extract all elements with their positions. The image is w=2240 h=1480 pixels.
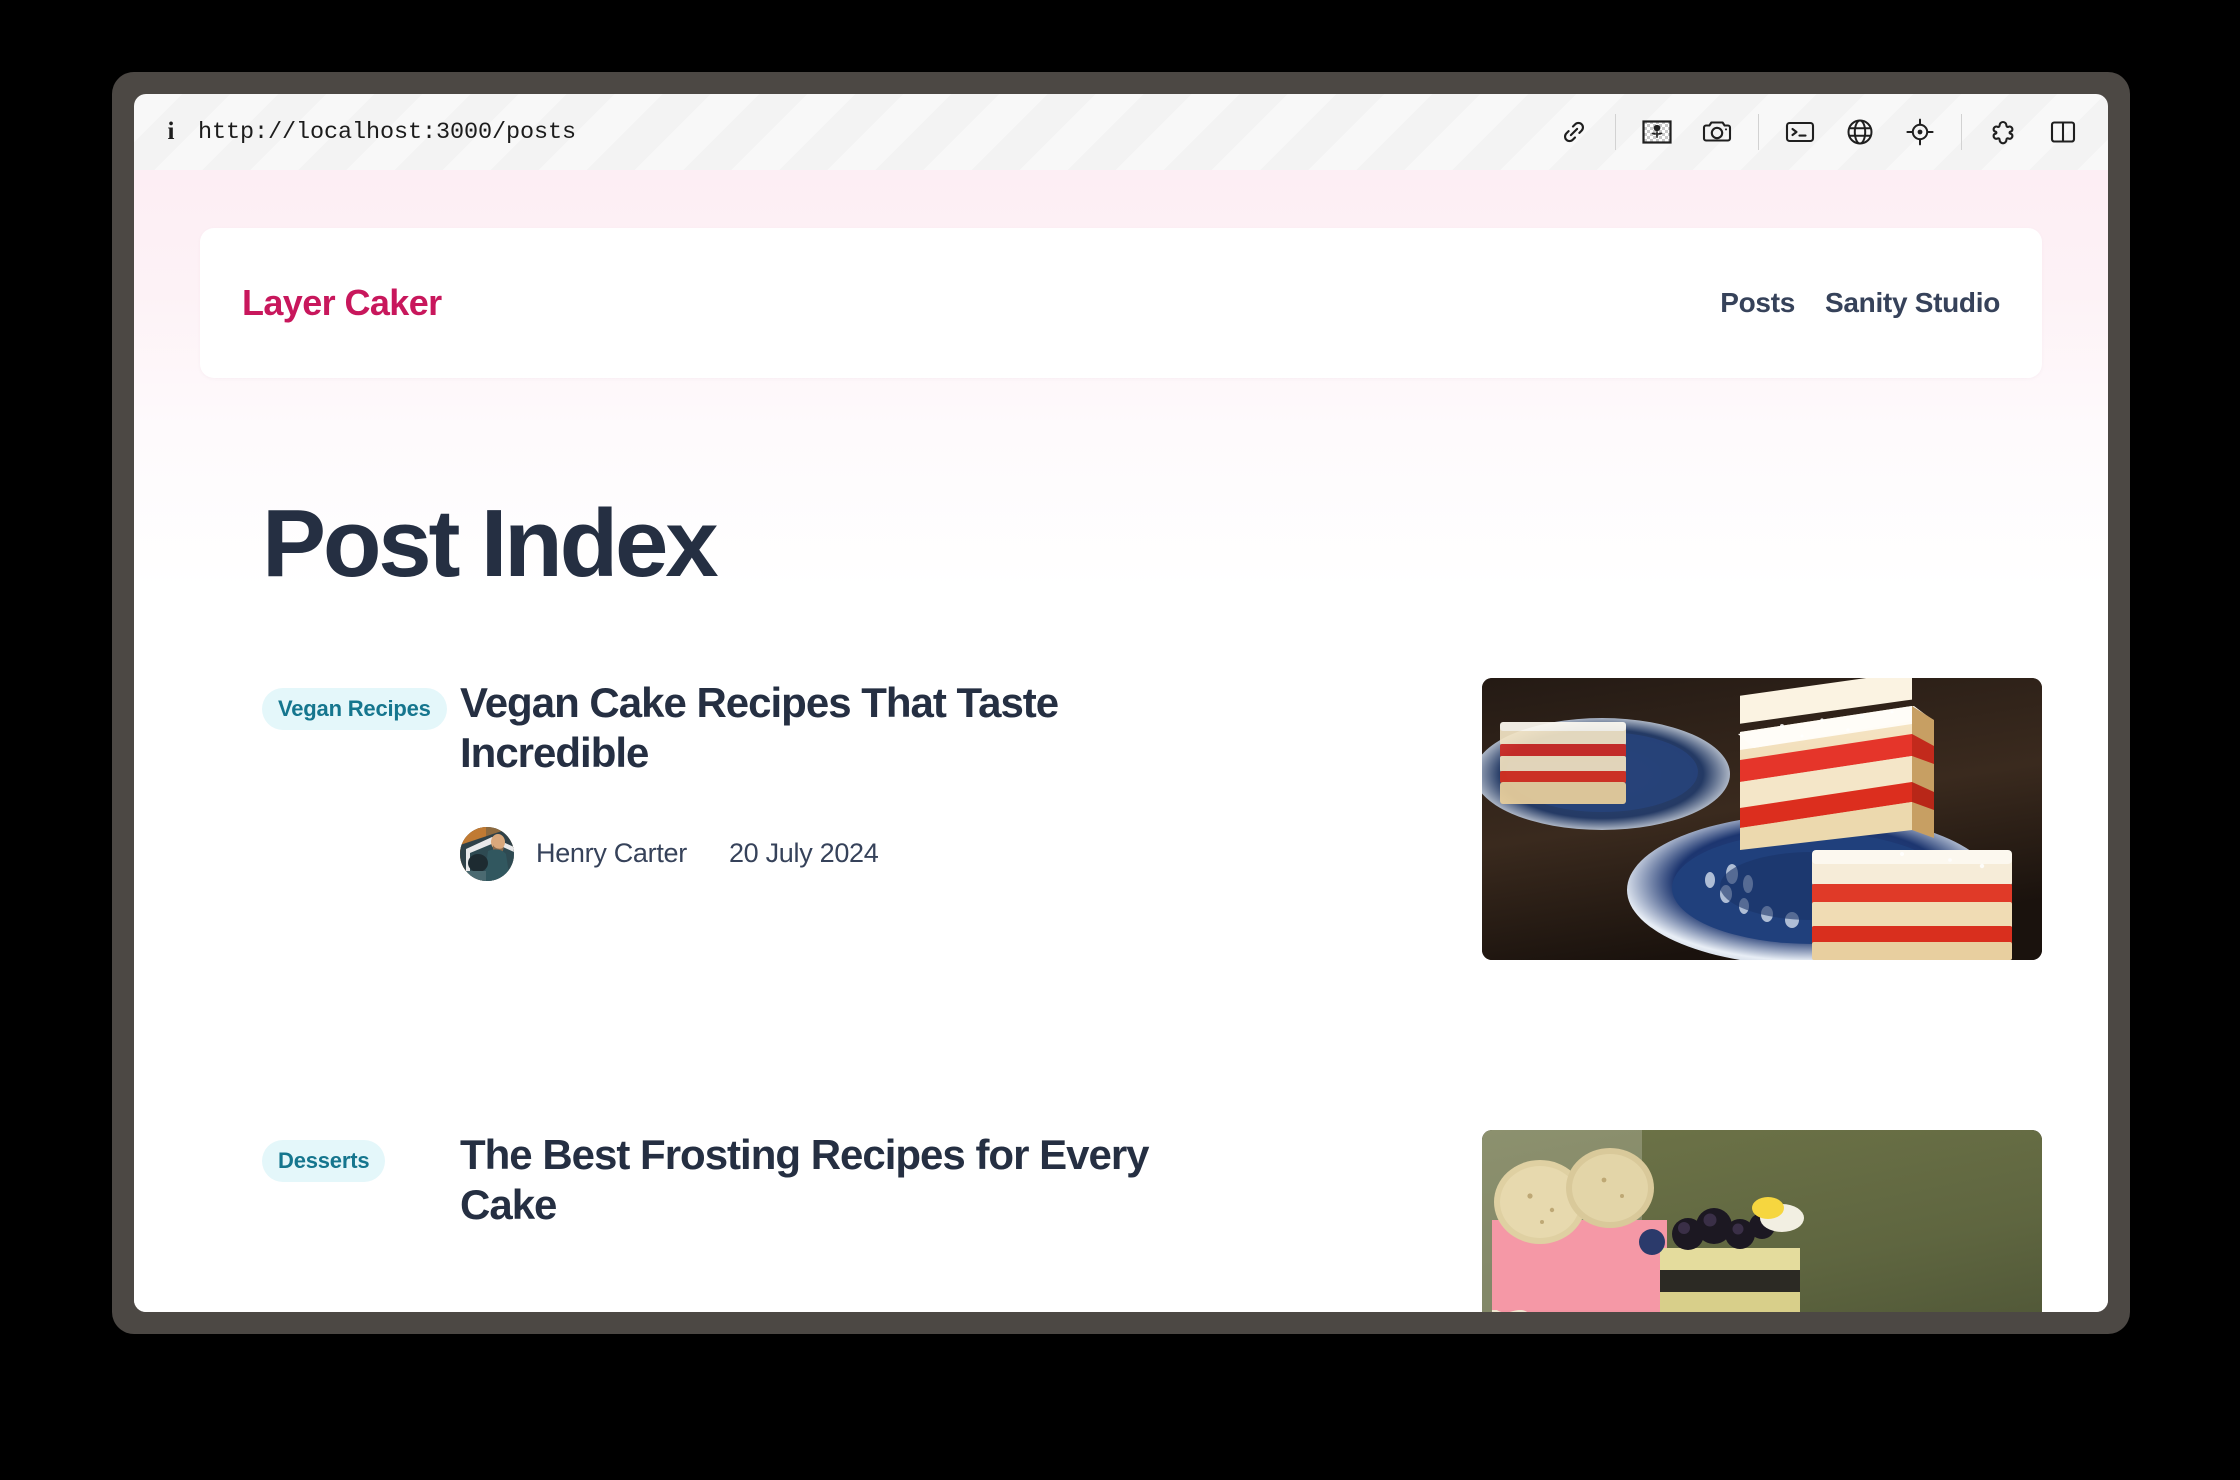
site-nav: Posts Sanity Studio (1720, 287, 2000, 319)
post-thumbnail-column (1482, 1130, 2042, 1312)
nav-link-sanity-studio[interactable]: Sanity Studio (1825, 287, 2000, 319)
avatar (460, 826, 514, 881)
toolbar-group-capture (1638, 113, 1736, 151)
brand-logo[interactable]: Layer Caker (242, 282, 442, 324)
terminal-icon[interactable] (1781, 113, 1819, 151)
category-badge[interactable]: Desserts (262, 1140, 386, 1182)
post-thumbnail[interactable] (1482, 1130, 2042, 1312)
category-badge[interactable]: Vegan Recipes (262, 688, 447, 730)
link-icon[interactable] (1555, 113, 1593, 151)
image-icon[interactable] (1638, 113, 1676, 151)
toolbar-separator (1961, 114, 1962, 150)
post-category-column: Desserts (262, 1130, 460, 1182)
post-title[interactable]: Vegan Cake Recipes That Taste Incredible (460, 678, 1172, 779)
toolbar-group-extensions (1984, 113, 2082, 151)
post-main-column: The Best Frosting Recipes for Every Cake (460, 1130, 1202, 1235)
author-name[interactable]: Henry Carter (536, 838, 687, 869)
browser-window: i http://localhost:3000/posts Layer Cake… (112, 72, 2130, 1334)
toolbar-group-tools (1781, 113, 1939, 151)
puzzle-icon[interactable] (1984, 113, 2022, 151)
page-title: Post Index (262, 490, 719, 597)
post-list-item[interactable]: Desserts The Best Frosting Recipes for E… (200, 1130, 2042, 1312)
split-panel-icon[interactable] (2044, 113, 2082, 151)
post-main-column: Vegan Cake Recipes That Taste Incredible (460, 678, 1202, 881)
post-list: Vegan Recipes Vegan Cake Recipes That Ta… (134, 678, 2108, 1312)
toolbar-separator (1615, 114, 1616, 150)
nav-link-posts[interactable]: Posts (1720, 287, 1795, 319)
post-list-item[interactable]: Vegan Recipes Vegan Cake Recipes That Ta… (200, 678, 2042, 1018)
post-byline: Henry Carter 20 July 2024 (460, 826, 1172, 881)
post-date: 20 July 2024 (728, 838, 879, 869)
site-header: Layer Caker Posts Sanity Studio (200, 228, 2042, 378)
post-category-column: Vegan Recipes (262, 678, 460, 730)
page-content: Layer Caker Posts Sanity Studio Post Ind… (134, 170, 2108, 1312)
target-icon[interactable] (1901, 113, 1939, 151)
toolbar-separator (1758, 114, 1759, 150)
post-title[interactable]: The Best Frosting Recipes for Every Cake (460, 1130, 1172, 1231)
info-icon[interactable]: i (158, 118, 184, 145)
post-thumbnail-column (1482, 678, 2042, 960)
url-text[interactable]: http://localhost:3000/posts (198, 119, 576, 146)
browser-toolbar: i http://localhost:3000/posts (134, 94, 2108, 170)
post-thumbnail[interactable] (1482, 678, 2042, 960)
page-viewport: Layer Caker Posts Sanity Studio Post Ind… (134, 170, 2108, 1312)
globe-icon[interactable] (1841, 113, 1879, 151)
camera-icon[interactable] (1698, 113, 1736, 151)
